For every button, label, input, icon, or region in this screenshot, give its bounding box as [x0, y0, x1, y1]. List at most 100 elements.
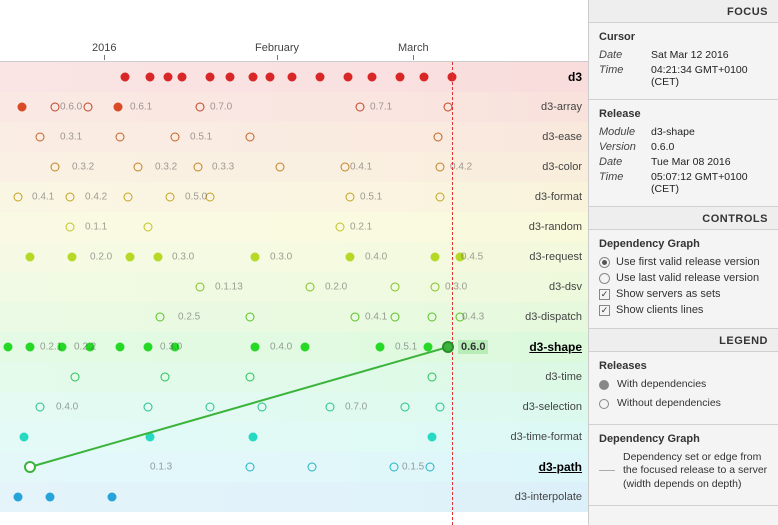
release-dot[interactable]	[171, 133, 180, 142]
release-dot[interactable]	[68, 253, 77, 262]
release-dot[interactable]	[431, 283, 440, 292]
release-dot[interactable]	[178, 73, 187, 82]
release-dot[interactable]	[51, 163, 60, 172]
release-dot[interactable]	[26, 463, 35, 472]
release-dot[interactable]	[226, 73, 235, 82]
release-dot[interactable]	[156, 313, 165, 322]
release-dot[interactable]	[171, 343, 180, 352]
release-dot[interactable]	[436, 193, 445, 202]
release-dot[interactable]	[428, 433, 437, 442]
release-dot[interactable]	[26, 343, 35, 352]
release-dot[interactable]	[36, 403, 45, 412]
release-dot[interactable]	[376, 343, 385, 352]
release-dot[interactable]	[316, 73, 325, 82]
release-dot[interactable]	[164, 73, 173, 82]
release-dot[interactable]	[428, 313, 437, 322]
release-dot[interactable]	[161, 373, 170, 382]
module-label[interactable]: d3-shape	[529, 340, 582, 354]
focused-release-dot[interactable]	[442, 341, 454, 353]
release-dot[interactable]	[14, 193, 23, 202]
module-label[interactable]: d3	[568, 70, 582, 84]
release-dot[interactable]	[206, 73, 215, 82]
release-dot[interactable]	[346, 193, 355, 202]
release-dot[interactable]	[401, 403, 410, 412]
release-dot[interactable]	[326, 403, 335, 412]
release-dot[interactable]	[246, 313, 255, 322]
release-dot[interactable]	[346, 253, 355, 262]
release-dot[interactable]	[258, 403, 267, 412]
module-label[interactable]: d3-time	[545, 371, 582, 383]
release-dot[interactable]	[288, 73, 297, 82]
release-dot[interactable]	[391, 313, 400, 322]
opt-last-valid[interactable]: Use last valid release version	[599, 272, 768, 284]
release-dot[interactable]	[154, 253, 163, 262]
release-dot[interactable]	[121, 73, 130, 82]
release-dot[interactable]	[246, 133, 255, 142]
release-dot[interactable]	[20, 433, 29, 442]
release-dot[interactable]	[344, 73, 353, 82]
release-dot[interactable]	[456, 313, 465, 322]
release-dot[interactable]	[14, 493, 23, 502]
release-dot[interactable]	[251, 253, 260, 262]
release-dot[interactable]	[436, 403, 445, 412]
opt-show-clients[interactable]: Show clients lines	[599, 304, 768, 316]
release-dot[interactable]	[116, 133, 125, 142]
release-dot[interactable]	[46, 493, 55, 502]
release-dot[interactable]	[26, 253, 35, 262]
release-dot[interactable]	[251, 343, 260, 352]
release-dot[interactable]	[336, 223, 345, 232]
release-dot[interactable]	[351, 313, 360, 322]
release-dot[interactable]	[86, 343, 95, 352]
release-dot[interactable]	[206, 193, 215, 202]
release-dot[interactable]	[456, 253, 465, 262]
release-dot[interactable]	[301, 343, 310, 352]
release-dot[interactable]	[144, 403, 153, 412]
release-dot[interactable]	[431, 253, 440, 262]
module-label[interactable]: d3-dispatch	[525, 311, 582, 323]
release-dot[interactable]	[108, 493, 117, 502]
release-dot[interactable]	[341, 163, 350, 172]
module-label[interactable]: d3-path	[539, 460, 582, 474]
module-label[interactable]: d3-format	[535, 191, 582, 203]
release-dot[interactable]	[246, 463, 255, 472]
release-dot[interactable]	[426, 463, 435, 472]
release-dot[interactable]	[428, 373, 437, 382]
release-dot[interactable]	[246, 373, 255, 382]
module-label[interactable]: d3-color	[542, 161, 582, 173]
release-dot[interactable]	[196, 103, 205, 112]
release-dot[interactable]	[18, 103, 27, 112]
release-dot[interactable]	[58, 343, 67, 352]
release-dot[interactable]	[249, 73, 258, 82]
release-dot[interactable]	[434, 133, 443, 142]
release-dot[interactable]	[126, 253, 135, 262]
module-label[interactable]: d3-array	[541, 101, 582, 113]
release-dot[interactable]	[356, 103, 365, 112]
release-dot[interactable]	[194, 163, 203, 172]
module-label[interactable]: d3-selection	[523, 401, 582, 413]
module-label[interactable]: d3-dsv	[549, 281, 582, 293]
release-dot[interactable]	[4, 343, 13, 352]
release-dot[interactable]	[196, 283, 205, 292]
release-dot[interactable]	[51, 103, 60, 112]
release-dot[interactable]	[206, 403, 215, 412]
release-dot[interactable]	[390, 463, 399, 472]
release-dot[interactable]	[146, 73, 155, 82]
opt-first-valid[interactable]: Use first valid release version	[599, 256, 768, 268]
release-dot[interactable]	[249, 433, 258, 442]
release-dot[interactable]	[368, 73, 377, 82]
module-label[interactable]: d3-ease	[542, 131, 582, 143]
release-dot[interactable]	[124, 193, 133, 202]
release-dot[interactable]	[391, 283, 400, 292]
release-dot[interactable]	[71, 373, 80, 382]
release-dot[interactable]	[144, 223, 153, 232]
release-dot[interactable]	[66, 223, 75, 232]
release-dot[interactable]	[308, 463, 317, 472]
release-dot[interactable]	[84, 103, 93, 112]
release-dot[interactable]	[114, 103, 123, 112]
module-label[interactable]: d3-request	[529, 251, 582, 263]
module-label[interactable]: d3-random	[529, 221, 582, 233]
release-dot[interactable]	[266, 73, 275, 82]
release-dot[interactable]	[396, 73, 405, 82]
release-dot[interactable]	[146, 433, 155, 442]
release-dot[interactable]	[306, 283, 315, 292]
